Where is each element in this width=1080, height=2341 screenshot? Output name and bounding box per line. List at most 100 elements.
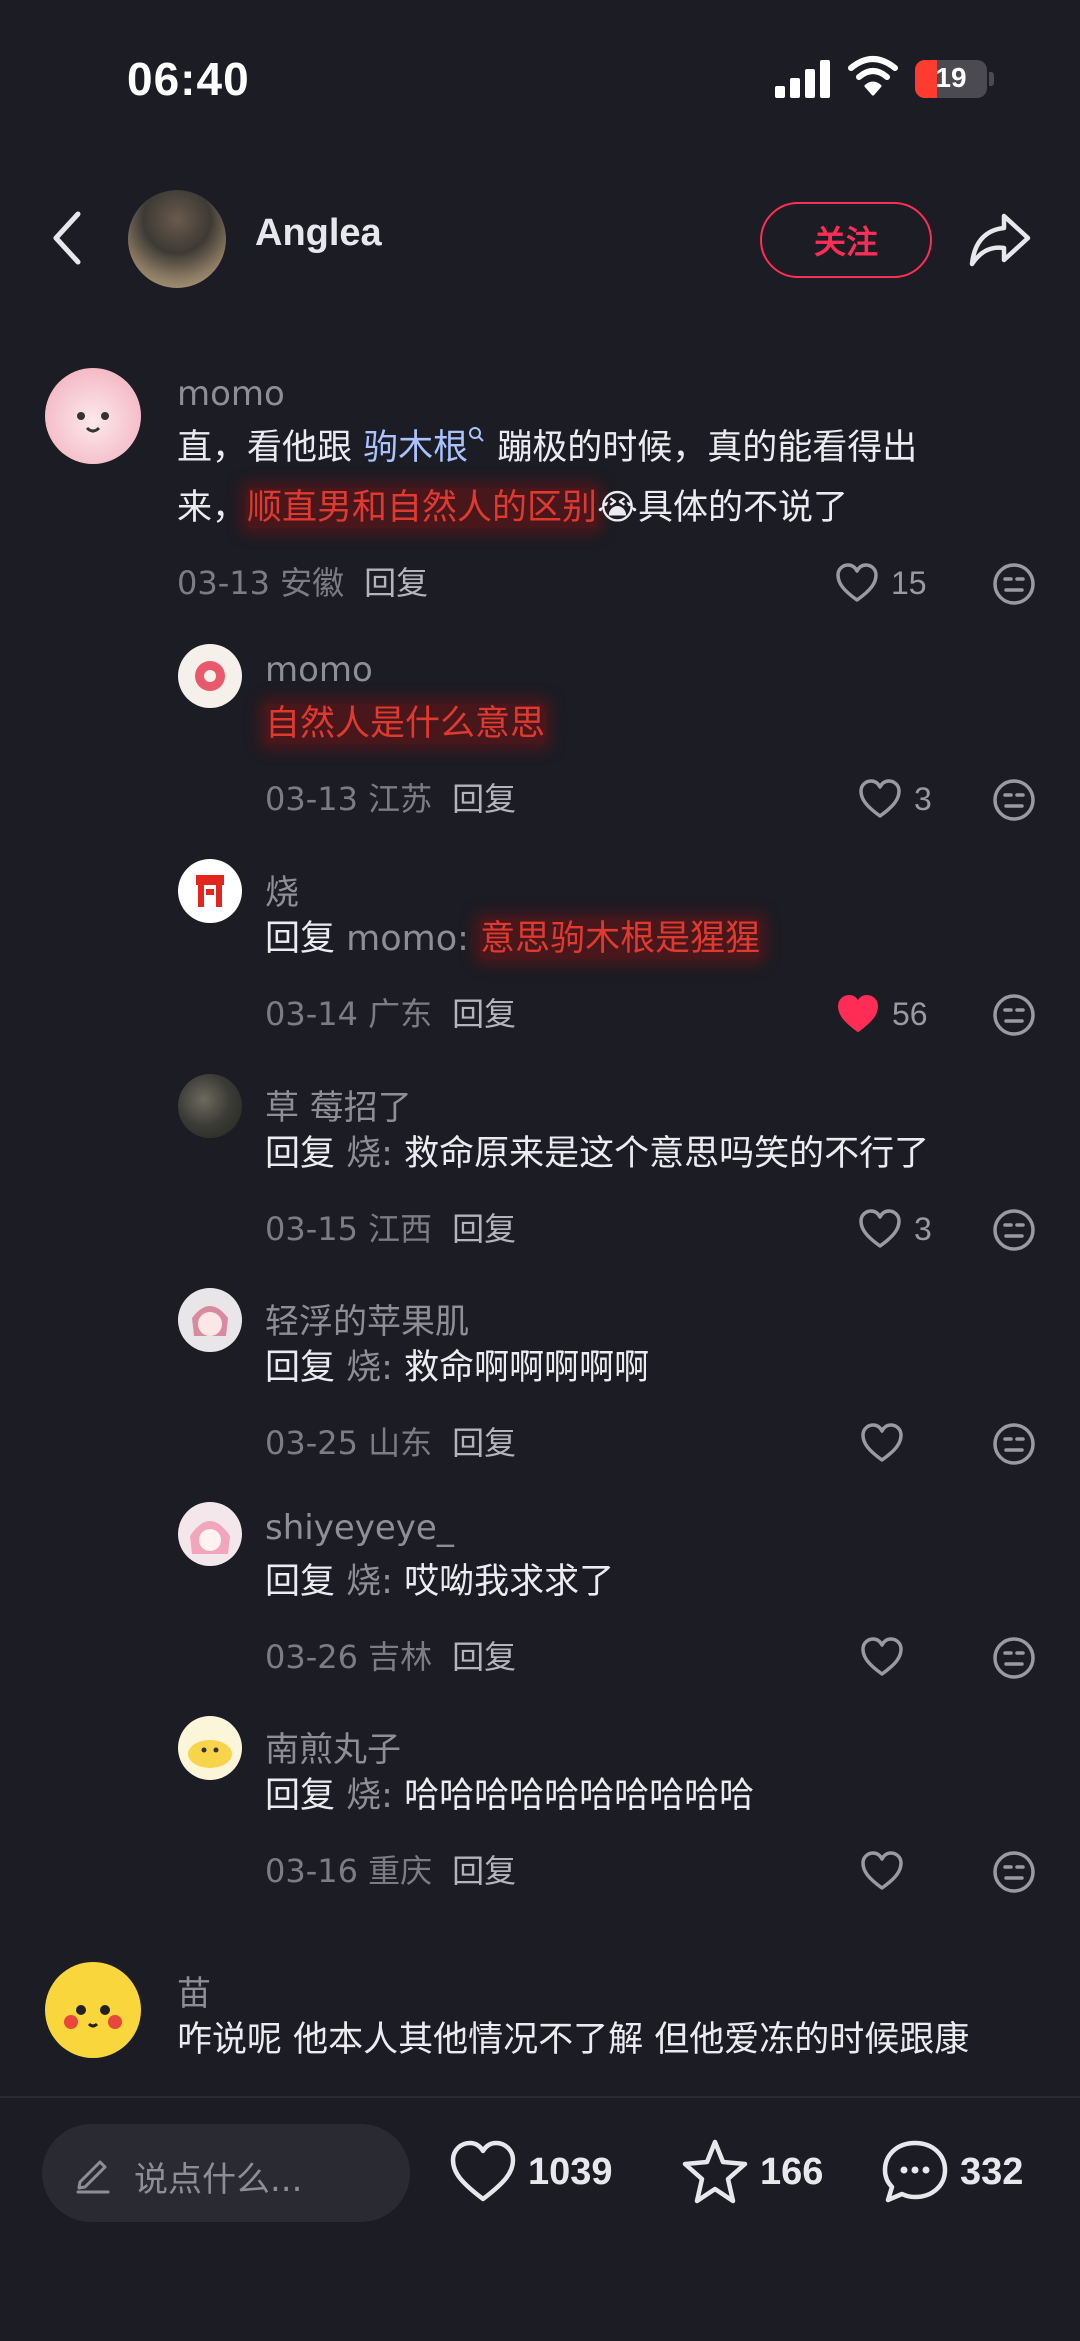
highlighted-text: 意思驹木根是猩猩 xyxy=(480,919,761,959)
text-segment: 蹦极的时候，真的能看得出 xyxy=(486,428,918,468)
reply-button[interactable]: 回复 xyxy=(452,1424,516,1462)
comment-username[interactable]: 草 莓招了 xyxy=(265,1080,412,1129)
reply-prefix: 回复 xyxy=(265,1134,336,1174)
comment-meta: 03-13 江苏 回复 xyxy=(265,774,516,820)
like-count: 15 xyxy=(891,564,927,601)
comment-username[interactable]: momo xyxy=(265,650,373,690)
heart-icon xyxy=(859,1209,901,1248)
comment-date-location: 03-16 重庆 xyxy=(265,1852,433,1890)
like-count: 3 xyxy=(914,1210,932,1247)
comment-text: 回复 烧: 哈哈哈哈哈哈哈哈哈哈 xyxy=(265,1766,754,1826)
like-post-button[interactable]: 1039 xyxy=(448,2132,613,2212)
bottom-action-bar: 说点什么... 1039 166 332 xyxy=(0,2098,1080,2341)
back-chevron-icon[interactable] xyxy=(48,208,88,268)
follow-button[interactable]: 关注 xyxy=(760,202,932,278)
status-time: 06:40 xyxy=(127,53,250,105)
reply-prefix: 回复 xyxy=(265,1776,336,1816)
comment-date-location: 03-15 江西 xyxy=(265,1210,433,1248)
comment-meta: 03-13 安徽 回复 xyxy=(177,558,428,604)
comment-text: 回复 烧: 救命啊啊啊啊啊 xyxy=(265,1338,649,1398)
dislike-face-icon[interactable] xyxy=(992,1850,1036,1894)
reply-target[interactable]: 烧 xyxy=(346,1562,381,1602)
highlighted-text: 顺直男和自然人的区别 xyxy=(247,488,598,528)
reply-target[interactable]: 烧 xyxy=(346,1776,381,1816)
like-count: 3 xyxy=(914,780,932,817)
comment-post-button[interactable]: 332 xyxy=(880,2132,1023,2212)
dislike-face-icon[interactable] xyxy=(992,1208,1036,1252)
comment-meta: 03-25 山东 回复 xyxy=(265,1418,516,1464)
comment-text: 回复 momo: 意思驹木根是猩猩 xyxy=(265,909,761,969)
heart-icon xyxy=(861,1423,903,1462)
reply-button[interactable]: 回复 xyxy=(452,1638,516,1676)
battery-level: 19 xyxy=(935,62,967,93)
text-segment: 救命啊啊啊啊啊 xyxy=(404,1348,650,1388)
user-avatar[interactable] xyxy=(45,1962,141,2058)
favorite-post-button[interactable]: 166 xyxy=(680,2132,823,2212)
reply-button[interactable]: 回复 xyxy=(452,995,516,1033)
reply-target[interactable]: 烧 xyxy=(346,1134,381,1174)
text-segment: 哎呦我求求了 xyxy=(404,1562,615,1602)
user-avatar[interactable] xyxy=(178,1716,242,1780)
like-button[interactable]: 56 xyxy=(836,991,928,1037)
dislike-face-icon[interactable] xyxy=(992,778,1036,822)
reply-button[interactable]: 回复 xyxy=(364,564,428,602)
heart-icon xyxy=(836,563,878,602)
comment-meta: 03-16 重庆 回复 xyxy=(265,1846,516,1892)
dislike-face-icon[interactable] xyxy=(992,1422,1036,1466)
comment-username[interactable]: 南煎丸子 xyxy=(265,1722,401,1771)
comment-input[interactable]: 说点什么... xyxy=(42,2124,410,2222)
dislike-face-icon[interactable] xyxy=(992,562,1036,606)
user-avatar[interactable] xyxy=(178,1502,242,1566)
star-icon xyxy=(682,2139,748,2204)
share-icon[interactable] xyxy=(968,210,1032,268)
reply-colon: : xyxy=(381,1134,405,1174)
battery-tip xyxy=(989,72,994,86)
author-avatar[interactable] xyxy=(128,190,226,288)
reply-colon: : xyxy=(381,1562,405,1602)
user-avatar[interactable] xyxy=(45,368,141,464)
reply-target[interactable]: 烧 xyxy=(346,1348,381,1388)
reply-prefix: 回复 xyxy=(265,1348,336,1388)
search-icon xyxy=(469,427,484,442)
dislike-face-icon[interactable] xyxy=(992,1636,1036,1680)
comment-text: 直，看他跟 驹木根 蹦极的时候，真的能看得出 来，顺直男和自然人的区别😭具体的不… xyxy=(177,418,917,538)
reply-button[interactable]: 回复 xyxy=(452,1210,516,1248)
text-segment: 救命原来是这个意思吗笑的不行了 xyxy=(404,1134,930,1174)
post-comment-count: 332 xyxy=(960,2150,1024,2193)
battery-icon: 19 xyxy=(915,60,987,98)
like-button[interactable] xyxy=(860,1420,904,1466)
comment-username[interactable]: 轻浮的苹果肌 xyxy=(265,1294,469,1343)
comment-username[interactable]: 苗 xyxy=(177,1966,211,2015)
comment-text: 回复 烧: 哎呦我求求了 xyxy=(265,1552,614,1612)
heart-icon xyxy=(861,1851,903,1890)
comment-username[interactable]: shiyeyeye_ xyxy=(265,1508,454,1548)
highlighted-text: 自然人是什么意思 xyxy=(265,704,546,744)
chat-bubble-icon xyxy=(882,2140,948,2203)
reply-prefix: 回复 xyxy=(265,1562,336,1602)
reply-button[interactable]: 回复 xyxy=(452,780,516,818)
search-link[interactable]: 驹木根 xyxy=(363,428,468,468)
pencil-icon xyxy=(76,2160,110,2194)
like-button[interactable]: 15 xyxy=(835,560,927,606)
post-like-count: 1039 xyxy=(528,2150,613,2193)
reply-colon: : xyxy=(457,919,481,959)
comment-date-location: 03-25 山东 xyxy=(265,1424,433,1462)
comment-date-location: 03-26 吉林 xyxy=(265,1638,433,1676)
like-button[interactable] xyxy=(860,1634,904,1680)
user-avatar[interactable] xyxy=(178,1074,242,1138)
dislike-face-icon[interactable] xyxy=(992,993,1036,1037)
cellular-signal-icon xyxy=(775,58,831,98)
heart-filled-icon xyxy=(838,995,878,1032)
user-avatar[interactable] xyxy=(178,859,242,923)
comment-username[interactable]: 烧 xyxy=(265,865,299,914)
like-button[interactable]: 3 xyxy=(858,776,932,822)
user-avatar[interactable] xyxy=(178,644,242,708)
author-name[interactable]: Anglea xyxy=(255,212,382,255)
like-button[interactable] xyxy=(860,1848,904,1894)
like-button[interactable]: 3 xyxy=(858,1206,932,1252)
reply-target[interactable]: momo xyxy=(346,919,457,959)
post-favorite-count: 166 xyxy=(760,2150,824,2193)
user-avatar[interactable] xyxy=(178,1288,242,1352)
comment-username[interactable]: momo xyxy=(177,374,285,414)
reply-button[interactable]: 回复 xyxy=(452,1852,516,1890)
